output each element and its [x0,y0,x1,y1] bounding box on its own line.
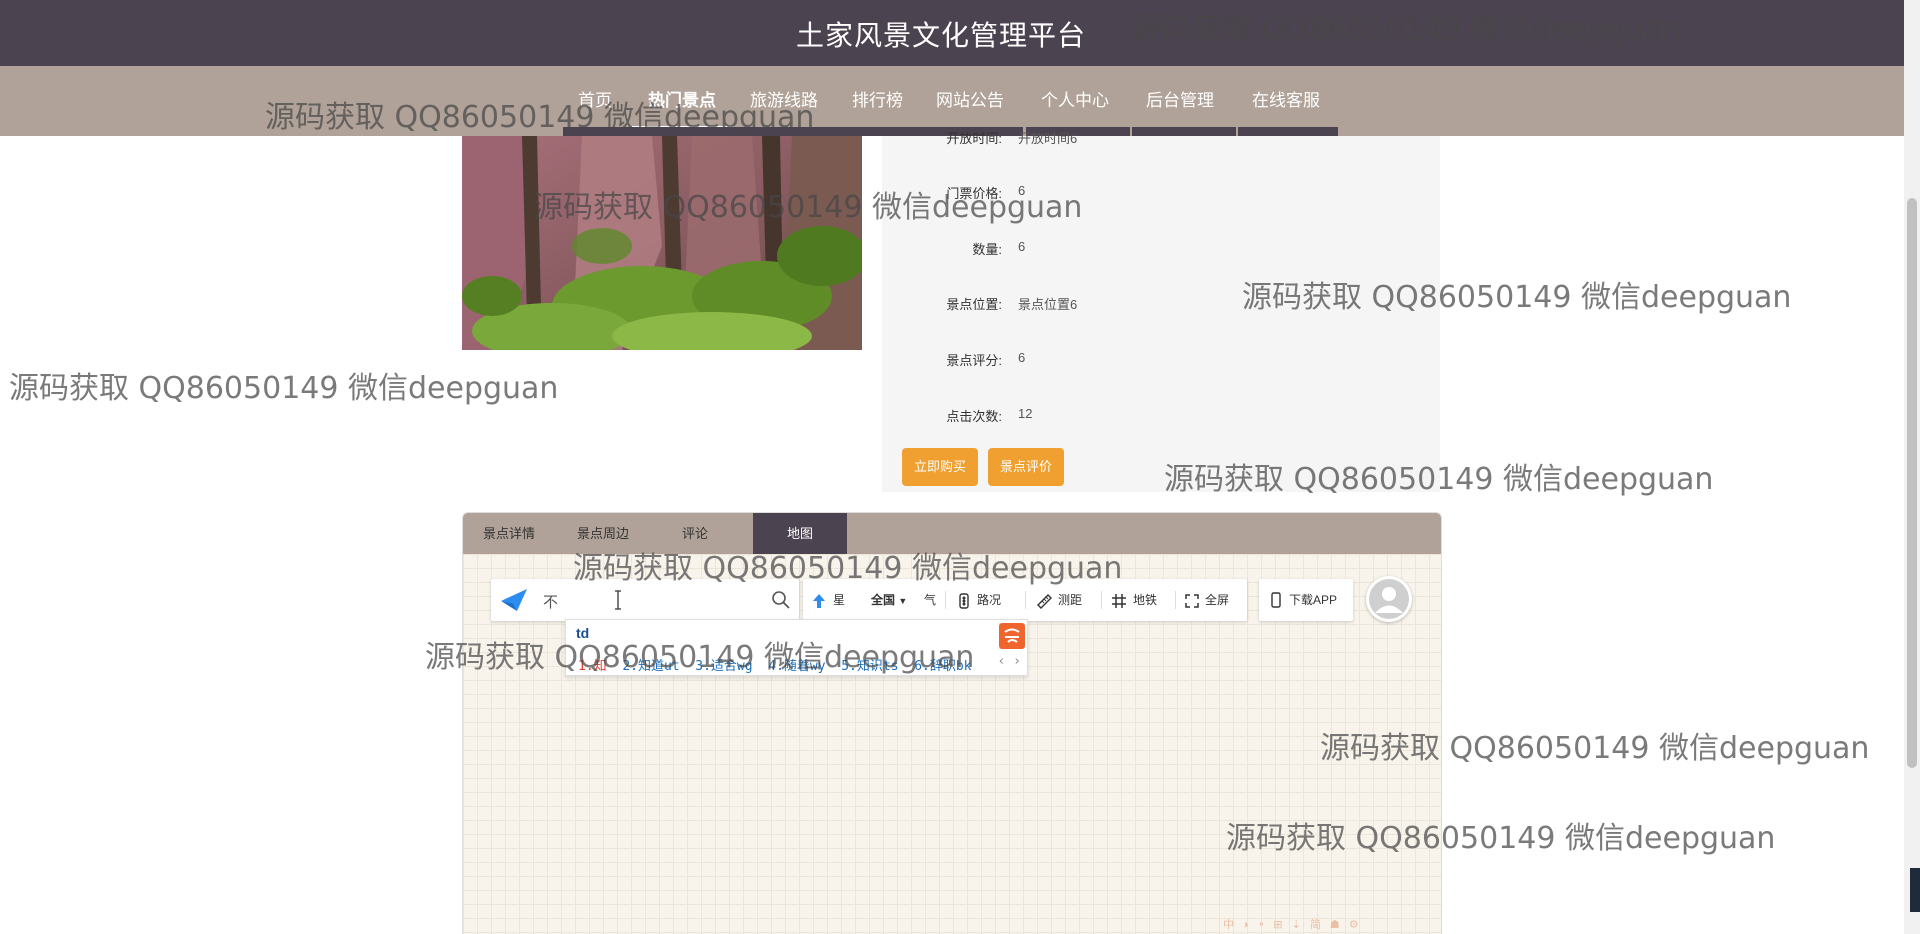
subway-tool[interactable]: 地铁 [1111,579,1157,621]
info-value: 12 [1018,406,1033,421]
detail-tabs-container: 景点详情 景点周边 评论 地图 不 星 全国 ▼ 气 路况 测距 地铁 全屏 下… [462,512,1442,934]
site-title: 土家风景文化管理平台 [795,20,1086,51]
divider [1175,591,1176,609]
ime-candidate-popup[interactable]: td 1.知 2.知道ut 3.适合wg 4.随着wy 5.知识ts 6.辞职b… [565,619,1028,676]
route-tool[interactable]: 星 [811,579,845,621]
ruler-icon [1037,593,1052,609]
info-label: 景点位置: [946,297,1002,312]
traffic-tool[interactable]: 路况 [957,579,1001,621]
nav-item-hot-spots[interactable]: 热门景点 [648,86,716,111]
tab-nearby[interactable]: 景点周边 [555,513,651,554]
info-label: 数量: [972,242,1002,257]
scenic-photo [462,136,862,350]
buy-now-button[interactable]: 立即购买 [902,448,978,486]
text-cursor-icon [615,590,621,610]
floating-side-widget[interactable] [1910,868,1920,912]
tab-map[interactable]: 地图 [753,513,847,554]
weather-tool[interactable]: 气 [924,579,936,621]
info-row-location: 景点位置: 景点位置6 [882,294,1440,314]
map-footer-icon-strip[interactable]: 中 ◗ ⁍ ⊞ ⇣ 简 ☗ ⚙ [1223,916,1362,932]
ime-candidate[interactable]: 6.辞职bk [914,659,971,674]
phone-icon [1271,592,1281,608]
ime-page-arrows[interactable]: ‹ › [998,654,1021,669]
user-avatar[interactable] [1366,576,1412,622]
traffic-label: 路况 [977,593,1002,607]
map-canvas[interactable]: 不 星 全国 ▼ 气 路况 测距 地铁 全屏 下载APP td 1.知 2.知道… [463,554,1441,934]
tab-spot-details[interactable]: 景点详情 [463,513,555,554]
region-label: 全国 [871,593,896,607]
traffic-light-icon [959,593,969,609]
scenic-spot-info-panel: 开放时间: 开放时间6 门票价格: 6 数量: 6 景点位置: 景点位置6 景点… [882,131,1440,492]
ime-candidate[interactable]: 1.知 [578,659,607,674]
info-row-rating: 景点评分: 6 [882,350,1440,370]
subway-label: 地铁 [1133,593,1158,607]
tool-star-label: 星 [833,593,846,607]
ime-candidate[interactable]: 2.知道ut [622,659,679,674]
tab-bar: 景点详情 景点周边 评论 地图 [463,513,1441,554]
review-spot-button[interactable]: 景点评价 [988,448,1064,486]
map-search-input[interactable]: 不 [543,591,558,612]
info-row-click-count: 点击次数: 12 [882,406,1440,426]
ime-candidate[interactable]: 5.知识ts [841,659,898,674]
ime-candidate-list: 1.知 2.知道ut 3.适合wg 4.随着wy 5.知识ts 6.辞职bk [578,655,972,674]
info-label: 门票价格: [946,186,1002,201]
watermark: 源码获取 QQ86050149 微信deepguan [9,371,559,406]
fullscreen-label: 全屏 [1205,593,1230,607]
nav-item-routes[interactable]: 旅游线路 [750,86,818,111]
info-value: 6 [1018,239,1026,254]
measure-tool[interactable]: 测距 [1036,579,1082,621]
region-select[interactable]: 全国 ▼ [871,579,907,621]
avatar-icon [1369,579,1409,619]
ime-composition: td [576,625,590,641]
download-app-button[interactable]: 下载APP [1259,579,1353,621]
ime-candidate[interactable]: 3.适合wg [695,659,752,674]
info-value: 开放时间6 [1018,131,1078,146]
measure-label: 测距 [1058,593,1083,607]
map-search-box[interactable]: 不 [491,579,799,621]
ime-logo-icon [999,623,1025,649]
subway-icon [1112,593,1126,608]
main-nav: 首页 热门景点 旅游线路 排行榜 网站公告 个人中心 后台管理 在线客服 [0,66,1904,136]
route-arrow-icon [813,593,825,608]
nav-item-home[interactable]: 首页 [578,86,612,111]
map-logo-icon [501,589,527,611]
scenic-spot-image [462,136,862,350]
nav-item-ranking[interactable]: 排行榜 [852,86,903,111]
top-header: 土家风景文化管理平台 [0,0,1920,66]
nav-item-personal-center[interactable]: 个人中心 [1041,86,1109,111]
map-toolbar: 星 全国 ▼ 气 路况 测距 地铁 全屏 [803,579,1247,621]
info-value: 6 [1018,350,1026,365]
divider [1025,591,1026,609]
divider [1101,591,1102,609]
info-label: 开放时间: [946,131,1002,146]
info-row-quantity: 数量: 6 [882,239,1440,259]
weather-label: 气 [924,593,937,607]
download-app-label: 下载APP [1289,593,1338,607]
search-icon[interactable] [771,590,791,610]
ime-candidate[interactable]: 4.随着wy [768,659,825,674]
info-value: 6 [1018,183,1026,198]
info-row-opening-time: 开放时间: 开放时间6 [882,128,1440,148]
info-label: 景点评分: [946,353,1002,368]
info-row-ticket-price: 门票价格: 6 [882,183,1440,203]
nav-item-online-service[interactable]: 在线客服 [1252,86,1320,111]
info-value: 景点位置6 [1018,297,1078,312]
divider [945,591,946,609]
info-label: 点击次数: [946,409,1002,424]
nav-item-admin[interactable]: 后台管理 [1146,86,1214,111]
nav-item-announcements[interactable]: 网站公告 [936,86,1004,111]
fullscreen-icon [1185,594,1199,608]
chevron-down-icon: ▼ [898,596,908,606]
page-scrollbar-thumb[interactable] [1907,198,1917,768]
tab-comments[interactable]: 评论 [651,513,739,554]
fullscreen-tool[interactable]: 全屏 [1185,579,1229,621]
